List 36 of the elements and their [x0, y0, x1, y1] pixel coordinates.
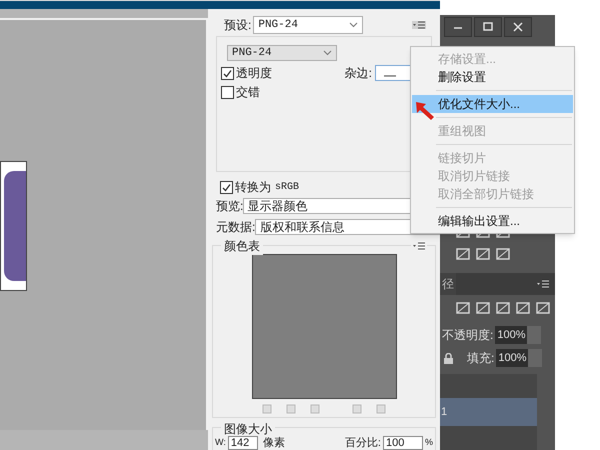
- menu-icon[interactable]: [537, 280, 549, 288]
- image-size-title: 图像大小: [221, 420, 275, 436]
- preview-label: 预览:: [216, 198, 244, 215]
- percent-unit: %: [424, 436, 433, 450]
- checkbox[interactable]: [220, 180, 233, 194]
- width-field[interactable]: 142: [228, 436, 258, 450]
- close-icon[interactable]: [504, 17, 532, 37]
- checkbox[interactable]: [221, 66, 234, 80]
- checkbox[interactable]: [221, 86, 234, 98]
- opacity-field[interactable]: 100%: [495, 326, 542, 344]
- width-unit: 像素: [262, 436, 285, 450]
- profile-label: sRGB: [275, 180, 300, 194]
- option-label: 交错: [236, 84, 260, 101]
- color-table-title: 颜色表: [221, 237, 263, 255]
- chevron-icon: [323, 50, 332, 56]
- format-dropdown[interactable]: PNG-24: [227, 45, 337, 61]
- preset-dropdown[interactable]: PNG-24: [253, 16, 364, 34]
- fill-field[interactable]: 100%: [496, 349, 542, 367]
- menu-item[interactable]: 优化文件大小...: [412, 95, 573, 113]
- preset-label: 预设:: [224, 17, 252, 34]
- fill-label: 填充:: [467, 350, 494, 367]
- opacity-label: 不透明度:: [442, 327, 494, 344]
- width-label: W:: [215, 436, 226, 450]
- layer-row[interactable]: 1: [440, 398, 537, 426]
- percent-label: 百分比:: [344, 436, 381, 450]
- matte-label: 杂边:: [344, 65, 372, 82]
- maximize-icon[interactable]: [474, 17, 502, 37]
- metadata-label: 元数据:: [216, 219, 256, 236]
- percent-field[interactable]: 100: [382, 436, 423, 450]
- menu-icon[interactable]: [412, 21, 426, 29]
- panel-tab[interactable]: 径: [440, 273, 456, 295]
- convert-label: 转换为: [235, 179, 271, 196]
- minimize-icon[interactable]: [444, 17, 472, 37]
- chevron-icon: [349, 22, 358, 28]
- option-label: 透明度: [236, 65, 272, 82]
- pointer-arrow: [414, 100, 436, 122]
